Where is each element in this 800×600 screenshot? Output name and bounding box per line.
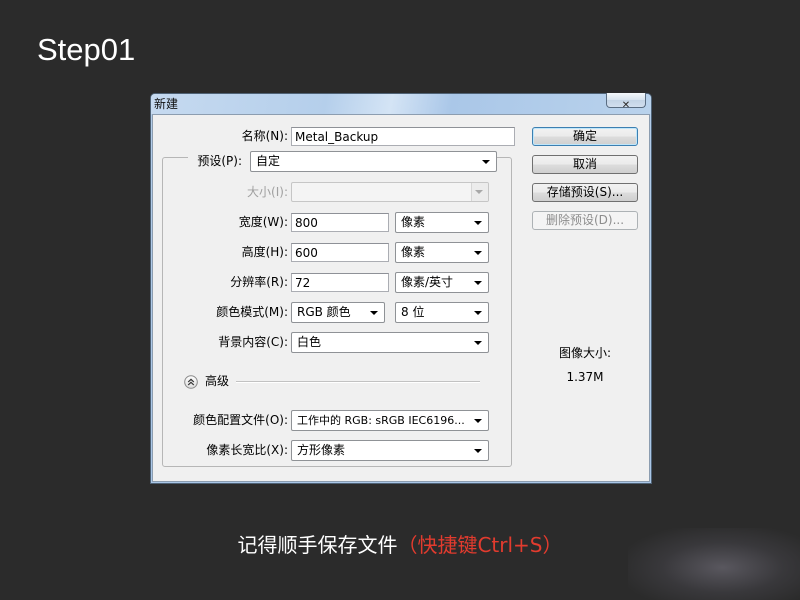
dialog-body: 名称(N): 确定 取消 存储预设(S)... 删除预设(D)... 预设(P)… xyxy=(152,114,650,482)
advanced-separator xyxy=(236,381,480,382)
close-button[interactable]: ✕ xyxy=(606,93,646,111)
color-profile-select[interactable]: 工作中的 RGB: sRGB IEC6196... xyxy=(291,410,489,431)
resolution-input[interactable] xyxy=(291,273,389,292)
new-document-dialog: 新建 ✕ 名称(N): 确定 取消 存储预设(S)... 删除预设(D)... … xyxy=(150,93,652,484)
close-icon: ✕ xyxy=(621,100,631,111)
name-label: 名称(N): xyxy=(241,129,288,143)
advanced-toggle-button[interactable] xyxy=(184,374,198,389)
background-contents-value: 白色 xyxy=(297,335,322,349)
caption-text: 记得顺手保存文件 xyxy=(237,533,398,557)
corner-blur-patch xyxy=(628,528,800,600)
dropdown-arrow-icon xyxy=(474,281,482,285)
image-size-label: 图像大小: xyxy=(558,346,612,360)
height-unit-value: 像素 xyxy=(401,245,426,259)
delete-preset-button[interactable]: 删除预设(D)... xyxy=(532,211,638,230)
bit-depth-value: 8 位 xyxy=(401,305,425,319)
width-input[interactable] xyxy=(291,213,389,232)
dropdown-arrow-icon xyxy=(474,419,482,423)
pixel-aspect-ratio-label: 像素长宽比(X): xyxy=(206,443,288,457)
size-select[interactable] xyxy=(291,182,489,202)
preset-select[interactable]: 自定 xyxy=(250,151,497,172)
name-input[interactable] xyxy=(291,127,515,146)
color-mode-select[interactable]: RGB 颜色 xyxy=(291,302,385,323)
pixel-aspect-ratio-select[interactable]: 方形像素 xyxy=(291,440,489,461)
dialog-title: 新建 xyxy=(154,97,179,111)
double-chevron-up-icon xyxy=(184,375,198,389)
save-preset-button[interactable]: 存储预设(S)... xyxy=(532,183,638,202)
resolution-unit-value: 像素/英寸 xyxy=(401,275,454,289)
dropdown-arrow-icon xyxy=(474,221,482,225)
dropdown-arrow-icon xyxy=(474,341,482,345)
dialog-title-bar[interactable]: 新建 xyxy=(151,94,651,114)
dropdown-arrow-icon xyxy=(482,160,490,164)
size-label: 大小(I): xyxy=(247,185,288,199)
width-unit-value: 像素 xyxy=(401,215,426,229)
height-label: 高度(H): xyxy=(241,245,288,259)
background-contents-label: 背景内容(C): xyxy=(218,335,288,349)
color-profile-label: 颜色配置文件(O): xyxy=(193,413,288,427)
advanced-label[interactable]: 高级 xyxy=(205,373,229,389)
preset-select-value: 自定 xyxy=(256,154,281,168)
ok-button[interactable]: 确定 xyxy=(532,127,638,146)
resolution-unit-select[interactable]: 像素/英寸 xyxy=(395,272,489,293)
step-title: Step01 xyxy=(37,32,136,67)
height-unit-select[interactable]: 像素 xyxy=(395,242,489,263)
dropdown-arrow-icon xyxy=(475,190,483,194)
caption-shortcut-hint: （快捷键Ctrl+S） xyxy=(397,533,563,557)
image-size-value: 1.37M xyxy=(566,370,604,384)
pixel-aspect-ratio-value: 方形像素 xyxy=(297,443,346,457)
color-profile-value: 工作中的 RGB: sRGB IEC6196... xyxy=(297,414,465,427)
dropdown-arrow-icon xyxy=(474,311,482,315)
dropdown-arrow-icon xyxy=(474,251,482,255)
color-mode-label: 颜色模式(M): xyxy=(216,305,288,319)
bit-depth-select[interactable]: 8 位 xyxy=(395,302,489,323)
cancel-button[interactable]: 取消 xyxy=(532,155,638,174)
background-contents-select[interactable]: 白色 xyxy=(291,332,489,353)
color-mode-value: RGB 颜色 xyxy=(297,305,351,319)
preset-label: 预设(P): xyxy=(188,153,250,169)
height-input[interactable] xyxy=(291,243,389,262)
width-unit-select[interactable]: 像素 xyxy=(395,212,489,233)
width-label: 宽度(W): xyxy=(238,215,288,229)
resolution-label: 分辨率(R): xyxy=(230,275,288,289)
dropdown-arrow-icon xyxy=(370,311,378,315)
dropdown-arrow-icon xyxy=(474,449,482,453)
